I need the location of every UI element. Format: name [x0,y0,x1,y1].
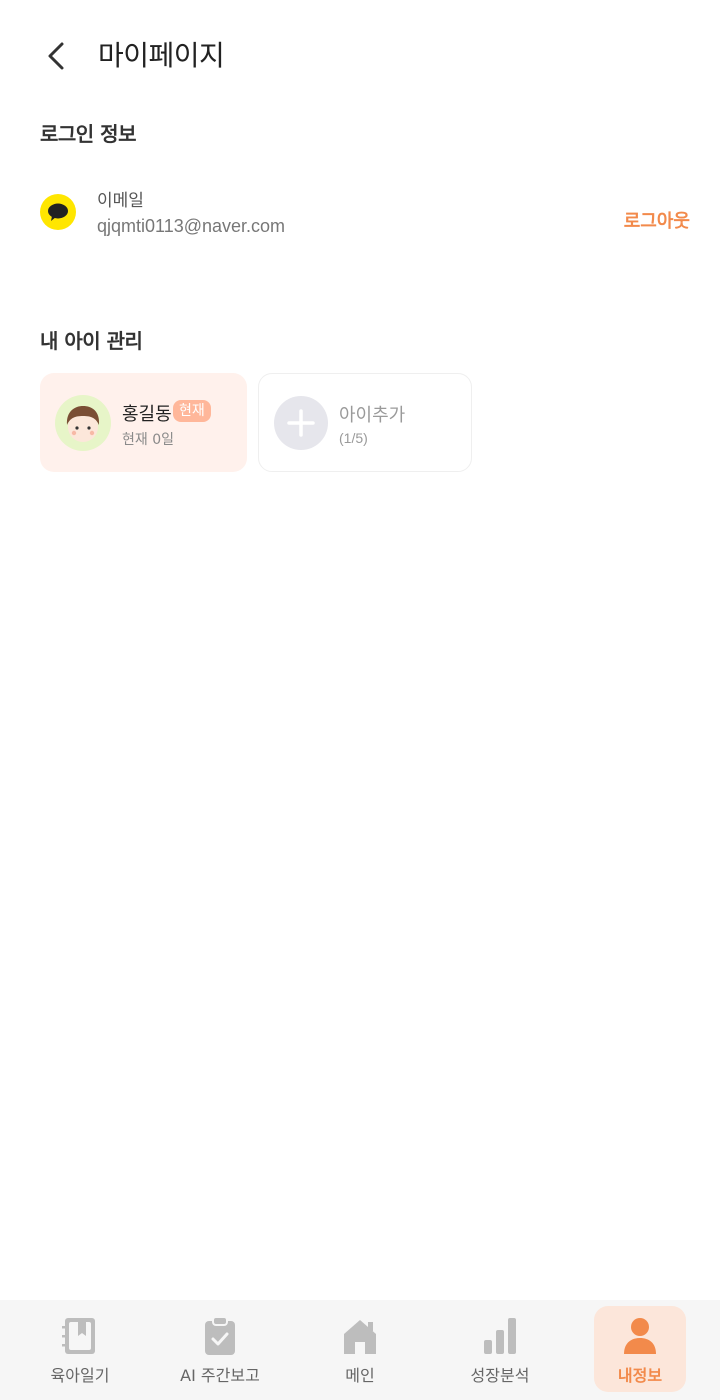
kakao-icon [40,194,76,230]
child-avatar [55,395,111,451]
add-child-button[interactable]: 아이추가 (1/5) [258,373,472,472]
child-card[interactable]: 홍길동 현재 현재 0일 [40,373,247,472]
login-method-label: 이메일 [97,191,144,211]
tab-my-info[interactable]: 내정보 [590,1300,720,1400]
tab-label: AI 주간보고 [180,1366,260,1385]
tab-growth-analysis[interactable]: 성장분석 [430,1300,570,1400]
add-child-label: 아이추가 [339,405,406,426]
clipboard-check-icon [203,1316,237,1360]
plus-icon [274,396,328,450]
tab-label: 메인 [345,1366,375,1385]
login-email: qjqmti0113@naver.com [97,216,286,236]
chevron-left-icon [48,42,64,70]
home-icon [342,1316,378,1360]
person-icon [622,1316,658,1360]
logout-button[interactable]: 로그아웃 [624,207,690,233]
tab-label: 성장분석 [470,1366,530,1385]
tab-label: 내정보 [617,1366,663,1385]
back-button[interactable] [38,34,78,78]
tab-main[interactable]: 메인 [290,1300,430,1400]
tab-diary[interactable]: 육아일기 [10,1300,150,1400]
bottom-tab-bar: 육아일기 AI 주간보고 메인 성장분석 내정보 [0,1300,720,1400]
bar-chart-icon [482,1316,518,1360]
kids-section-title: 내 아이 관리 [40,329,143,353]
child-name: 홍길동 [122,404,172,425]
page-title: 마이페이지 [98,39,225,72]
current-badge: 현재 [173,400,211,422]
login-section-title: 로그인 정보 [40,122,136,146]
tab-label: 육아일기 [50,1366,110,1385]
child-age: 현재 0일 [122,432,174,448]
diary-icon [61,1316,99,1360]
child-count: (1/5) [339,430,368,446]
header: 마이페이지 [0,0,720,104]
tab-ai-weekly-report[interactable]: AI 주간보고 [150,1300,290,1400]
